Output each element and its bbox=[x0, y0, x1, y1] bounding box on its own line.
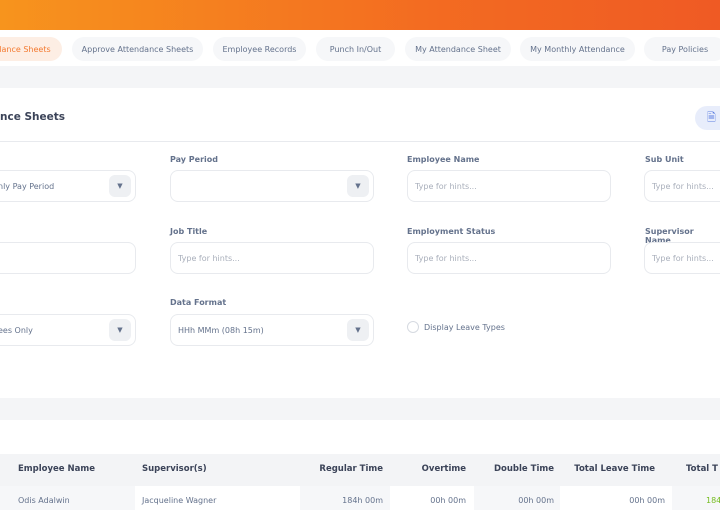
chevron-down-icon[interactable]: ▼ bbox=[347, 175, 369, 197]
tab-label: My Monthly Attendance bbox=[530, 44, 625, 54]
tab-pay-policies[interactable]: Pay Policies bbox=[644, 37, 720, 61]
cell-supervisor: Jacqueline Wagner bbox=[142, 496, 217, 505]
cell-regular-time: 184h 00m bbox=[342, 496, 383, 505]
chevron-down-icon[interactable]: ▼ bbox=[109, 319, 131, 341]
tab-label: ndance Sheets bbox=[0, 44, 51, 54]
period-type-select[interactable]: nly Pay Period ▼ bbox=[0, 170, 136, 202]
include-select[interactable]: ees Only ▼ bbox=[0, 314, 136, 346]
top-nav: ndance Sheets Approve Attendance Sheets … bbox=[0, 30, 720, 66]
page-title: nce Sheets bbox=[0, 111, 66, 123]
chevron-down-icon[interactable]: ▼ bbox=[347, 319, 369, 341]
tab-label: My Attendance Sheet bbox=[415, 44, 501, 54]
job-title-label: Job Title bbox=[170, 227, 208, 236]
pay-period-label: Pay Period bbox=[170, 155, 218, 164]
top-header-bar bbox=[0, 0, 720, 30]
select-value: HHh MMm (08h 15m) bbox=[178, 325, 264, 335]
supervisor-name-input[interactable]: Type for hints... bbox=[644, 242, 720, 274]
cell-total-leave-time: 00h 00m bbox=[629, 496, 665, 505]
pdf-file-icon: 🗎 bbox=[707, 110, 716, 124]
col-total-time: Total T bbox=[686, 464, 718, 474]
display-leave-types-label: Display Leave Types bbox=[424, 323, 505, 332]
placeholder: Type for hints... bbox=[652, 181, 714, 191]
tab-label: Pay Policies bbox=[661, 44, 709, 54]
display-leave-types-checkbox[interactable] bbox=[407, 321, 419, 333]
tab-my-monthly-attendance[interactable]: My Monthly Attendance bbox=[520, 37, 635, 61]
col-regular-time: Regular Time bbox=[319, 464, 383, 474]
data-format-select[interactable]: HHh MMm (08h 15m) ▼ bbox=[170, 314, 374, 346]
tab-label: Approve Attendance Sheets bbox=[81, 44, 194, 54]
chevron-down-icon[interactable]: ▼ bbox=[109, 175, 131, 197]
tab-label: Punch In/Out bbox=[329, 44, 382, 54]
pdf-export-button[interactable]: 🗎 bbox=[695, 106, 720, 130]
data-format-label: Data Format bbox=[170, 298, 227, 307]
cell-total-time: 184 bbox=[706, 496, 720, 505]
sub-unit-input[interactable]: Type for hints... bbox=[644, 170, 720, 202]
divider bbox=[0, 141, 720, 142]
placeholder: Type for hints... bbox=[415, 253, 477, 263]
cell-double-time: 00h 00m bbox=[518, 496, 554, 505]
sub-unit-label: Sub Unit bbox=[645, 155, 684, 164]
cell-employee-name: Odis Adalwin bbox=[18, 496, 70, 505]
select-value: nly Pay Period bbox=[0, 181, 55, 191]
select-value: ees Only bbox=[0, 325, 33, 335]
tab-attendance-sheets[interactable]: ndance Sheets bbox=[0, 37, 62, 61]
placeholder: Type for hints... bbox=[652, 253, 714, 263]
col-supervisors: Supervisor(s) bbox=[142, 464, 207, 474]
tab-approve-attendance-sheets[interactable]: Approve Attendance Sheets bbox=[72, 37, 203, 61]
tab-label: Employee Records bbox=[222, 44, 297, 54]
cell-overtime: 00h 00m bbox=[430, 496, 466, 505]
pay-period-select[interactable]: ▼ bbox=[170, 170, 374, 202]
tab-employee-records[interactable]: Employee Records bbox=[213, 37, 306, 61]
tab-my-attendance-sheet[interactable]: My Attendance Sheet bbox=[405, 37, 511, 61]
tab-punch-in-out[interactable]: Punch In/Out bbox=[316, 37, 395, 61]
col-overtime: Overtime bbox=[421, 464, 466, 474]
col-double-time: Double Time bbox=[493, 464, 554, 474]
employee-name-input[interactable]: Type for hints... bbox=[407, 170, 611, 202]
placeholder: Type for hints... bbox=[415, 181, 477, 191]
employment-status-label: Employment Status bbox=[407, 227, 496, 236]
col-total-leave-time: Total Leave Time bbox=[574, 464, 655, 474]
placeholder: Type for hints... bbox=[178, 253, 240, 263]
col-employee-name: Employee Name bbox=[18, 464, 96, 474]
text-input[interactable] bbox=[0, 242, 136, 274]
employee-name-label: Employee Name bbox=[407, 155, 480, 164]
job-title-input[interactable]: Type for hints... bbox=[170, 242, 374, 274]
employment-status-input[interactable]: Type for hints... bbox=[407, 242, 611, 274]
